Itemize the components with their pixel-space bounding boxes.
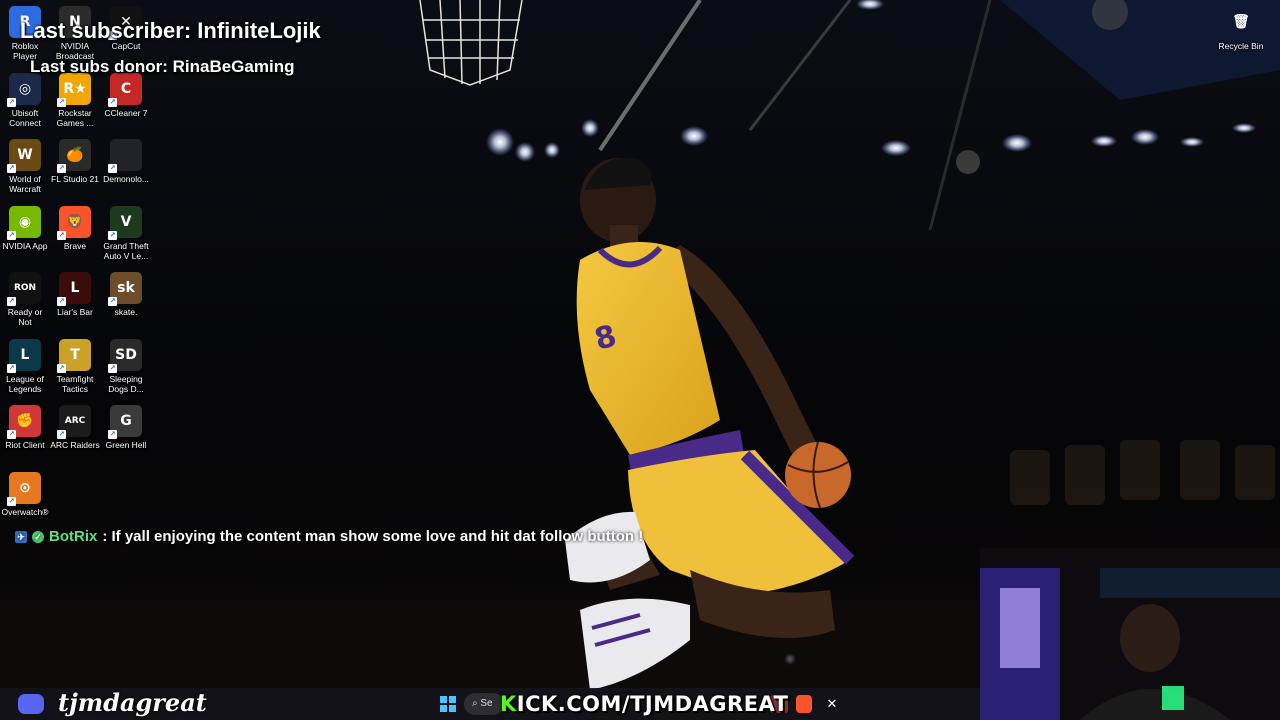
chat-text: : If yall enjoying the content man show …	[102, 528, 644, 545]
shortcut-arrow-icon: ↗	[7, 497, 16, 506]
shortcut-arrow-icon: ↗	[108, 98, 117, 107]
desktop-icon[interactable]: ◉ ↗ NVIDIA App	[0, 206, 50, 251]
shortcut-arrow-icon: ↗	[57, 164, 66, 173]
webcam-feed	[980, 548, 1280, 720]
desktop-icon[interactable]: ◎ ↗ Ubisoft Connect	[0, 73, 50, 128]
desktop-icon[interactable]: V ↗ Grand Theft Auto V Le...	[101, 206, 151, 261]
desktop-icon[interactable]: 🦁 ↗ Brave	[50, 206, 100, 251]
desktop-icon-label: Sleeping Dogs D...	[108, 374, 144, 394]
desktop-icon[interactable]: ARC ↗ ARC Raiders	[50, 405, 100, 450]
desktop-icon-label: Grand Theft Auto V Le...	[103, 241, 149, 261]
desktop-icon[interactable]: SD ↗ Sleeping Dogs D...	[101, 339, 151, 394]
chat-username: BotRix	[49, 528, 98, 545]
liars-bar-icon: L ↗	[57, 272, 91, 306]
desktop-icon[interactable]: W ↗ World of Warcraft	[0, 139, 50, 194]
shortcut-arrow-icon: ↗	[57, 98, 66, 107]
riot-client-icon: ✊ ↗	[7, 405, 41, 439]
shortcut-arrow-icon: ↗	[108, 364, 117, 373]
mod-badge-icon: ✈	[15, 530, 27, 543]
last-subscriber-label: Last subscriber: InfiniteLojik	[20, 18, 321, 43]
desktop-icon[interactable]: R★ ↗ Rockstar Games ...	[50, 73, 100, 128]
desktop-icon-label: CCleaner 7	[104, 108, 148, 118]
chat-message: ✈ ✓ BotRix : If yall enjoying the conten…	[15, 528, 643, 545]
desktop-icon-label: Ready or Not	[7, 307, 43, 327]
rockstar-icon: R★ ↗	[57, 73, 91, 107]
shortcut-arrow-icon: ↗	[57, 364, 66, 373]
desktop-icon-label: Brave	[63, 241, 87, 251]
desktop-icon-label: Ubisoft Connect	[9, 108, 41, 128]
shortcut-arrow-icon: ↗	[108, 164, 117, 173]
shortcut-arrow-icon: ↗	[7, 430, 16, 439]
shortcut-arrow-icon: ↗	[108, 430, 117, 439]
desktop-icon-label: Teamfight Tactics	[56, 374, 94, 394]
sleeping-dogs-icon: SD ↗	[108, 339, 142, 373]
skate-icon: sk ↗	[108, 272, 142, 306]
desktop-icon-label: Liar's Bar	[57, 307, 93, 317]
nvidia-app-icon: ◉ ↗	[7, 206, 41, 240]
streamer-handle: tjmdagreat	[58, 688, 207, 717]
kick-logo-icon: K	[500, 692, 517, 716]
taskbar-search-box[interactable]: ⌕ Se	[464, 693, 504, 715]
shortcut-arrow-icon: ↗	[108, 231, 117, 240]
discord-icon	[18, 694, 44, 714]
verified-badge-icon: ✓	[32, 530, 44, 543]
desktop-icon[interactable]: 🍊 ↗ FL Studio 21	[50, 139, 100, 184]
shortcut-arrow-icon: ↗	[57, 297, 66, 306]
desktop-icon-label: FL Studio 21	[51, 174, 99, 184]
desktop-icon-label: skate.	[114, 307, 138, 317]
desktop-icon-label: World of Warcraft	[9, 174, 41, 194]
shortcut-arrow-icon: ↗	[57, 430, 66, 439]
search-placeholder: Se	[480, 698, 493, 709]
desktop-icon[interactable]: 🗑 Recycle Bin	[1216, 6, 1266, 51]
gta-icon: V ↗	[108, 206, 142, 240]
desktop-icon[interactable]: ⊙ ↗ Overwatch®	[0, 472, 50, 517]
search-icon: ⌕	[472, 698, 478, 709]
desktop-icon-label: Recycle Bin	[1218, 41, 1264, 51]
desktop-icon[interactable]: T ↗ Teamfight Tactics	[50, 339, 100, 394]
brave-icon: 🦁 ↗	[57, 206, 91, 240]
arc-raiders-icon: ARC ↗	[57, 405, 91, 439]
desktop-icon-label: NVIDIA App	[2, 241, 48, 251]
tft-icon: T ↗	[57, 339, 91, 373]
brave-taskbar-icon[interactable]	[796, 695, 812, 713]
shortcut-arrow-icon: ↗	[57, 231, 66, 240]
desktop-icon[interactable]: G ↗ Green Hell	[101, 405, 151, 450]
fl-studio-icon: 🍊 ↗	[57, 139, 91, 173]
ubisoft-icon: ◎ ↗	[7, 73, 41, 107]
desktop-icon[interactable]: sk ↗ skate.	[101, 272, 151, 317]
wow-icon: W ↗	[7, 139, 41, 173]
shortcut-arrow-icon: ↗	[7, 98, 16, 107]
desktop-icon[interactable]: RON ↗ Ready or Not	[0, 272, 50, 327]
desktop-icon[interactable]: ↗ Demonolo...	[101, 139, 151, 184]
desktop-icon[interactable]: L ↗ Liar's Bar	[50, 272, 100, 317]
shortcut-arrow-icon: ↗	[7, 297, 16, 306]
shortcut-arrow-icon: ↗	[7, 364, 16, 373]
desktop-icon-label: ARC Raiders	[50, 440, 100, 450]
last-subs-donor-label: Last subs donor: RinaBeGaming	[30, 57, 295, 76]
shortcut-arrow-icon: ↗	[7, 231, 16, 240]
shortcut-arrow-icon: ↗	[7, 164, 16, 173]
desktop-icon[interactable]: ✊ ↗ Riot Client	[0, 405, 50, 450]
green-hell-icon: G ↗	[108, 405, 142, 439]
ccleaner-icon: C ↗	[108, 73, 142, 107]
overwatch-icon: ⊙ ↗	[7, 472, 41, 506]
league-icon: L ↗	[7, 339, 41, 373]
start-button[interactable]	[440, 696, 456, 712]
kick-url-text: ICK.COM/TJMDAGREAT	[516, 692, 789, 716]
desktop-icon-label: Green Hell	[105, 440, 147, 450]
capcut-taskbar-icon[interactable]: ✕	[824, 696, 840, 712]
desktop-icon[interactable]: C ↗ CCleaner 7	[101, 73, 151, 118]
kick-url-banner: KICK.COM/TJMDAGREAT	[500, 692, 789, 716]
desktop-icon-label: Overwatch®	[1, 507, 49, 517]
desktop-icon-label: League of Legends	[6, 374, 44, 394]
desktop-icon-label: Demonolo...	[103, 174, 149, 184]
demonologist-icon: ↗	[108, 139, 142, 173]
desktop-icon[interactable]: L ↗ League of Legends	[0, 339, 50, 394]
ready-or-not-icon: RON ↗	[7, 272, 41, 306]
desktop-icon-label: Riot Client	[5, 440, 45, 450]
recycle-bin-icon: 🗑	[1232, 14, 1250, 30]
shortcut-arrow-icon: ↗	[108, 297, 117, 306]
desktop-icon-label: Rockstar Games ...	[56, 108, 94, 128]
